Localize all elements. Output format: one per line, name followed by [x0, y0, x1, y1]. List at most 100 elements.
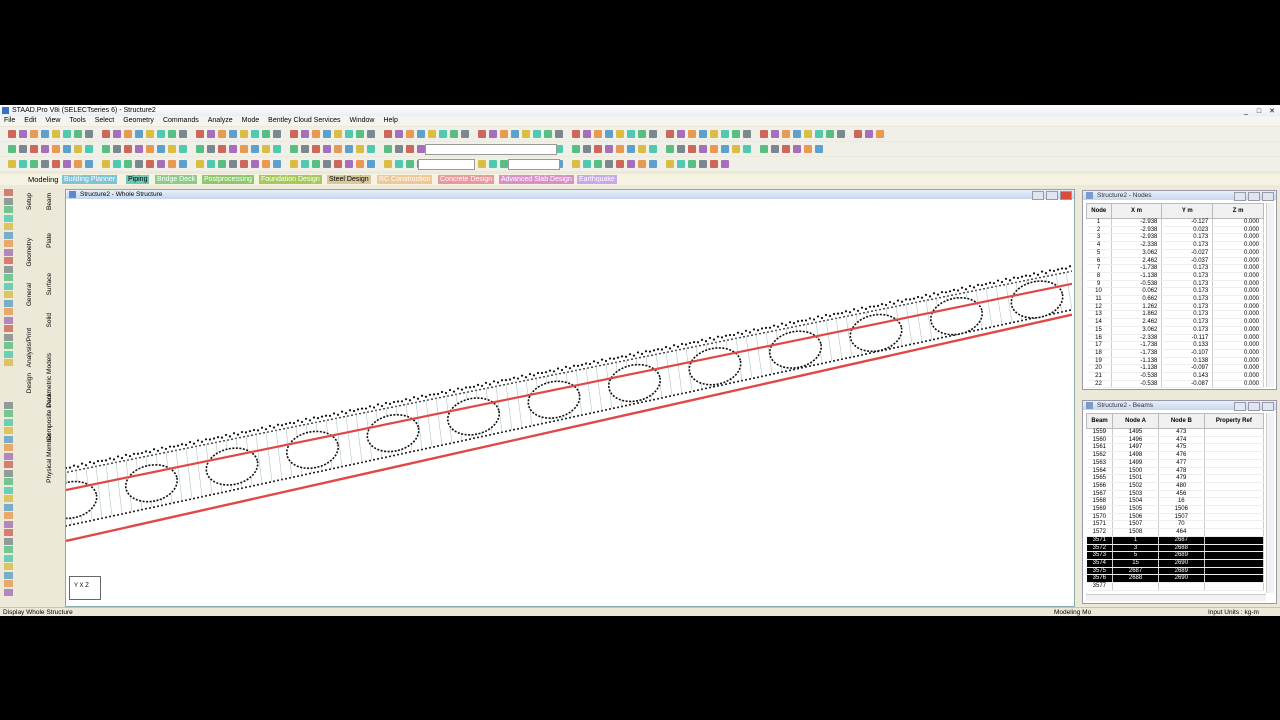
table-row[interactable]: 16 -2.338 -0.117 0.000 — [1086, 334, 1264, 343]
table-row[interactable]: 19 -1.138 0.138 0.000 — [1086, 357, 1264, 366]
toolbar-tool-icon[interactable] — [334, 145, 342, 153]
toolbar-tool-icon[interactable] — [74, 130, 82, 138]
toolbar-tool-icon[interactable] — [721, 130, 729, 138]
table-row[interactable]: 1572 1508 464 — [1086, 528, 1265, 537]
toolbar-tool-icon[interactable] — [273, 160, 281, 168]
tool-icon[interactable] — [4, 231, 13, 239]
tool-icon[interactable] — [4, 435, 13, 443]
toolbar-tool-icon[interactable] — [572, 145, 580, 153]
horizontal-scrollbar[interactable] — [1086, 594, 1266, 601]
toolbar-tool-icon[interactable] — [323, 145, 331, 153]
toolbar-tool-icon[interactable] — [367, 160, 375, 168]
toolbar-tool-icon[interactable] — [356, 130, 364, 138]
page-tab-design[interactable]: Design — [26, 373, 33, 393]
nodes-table[interactable]: Node X mY mZ m 1 -2.938 -0.127 0.000 2 -2.938 0.… — [1086, 203, 1264, 389]
toolbar-tool-icon[interactable] — [179, 160, 187, 168]
table-row[interactable]: 11 0.662 0.173 0.000 — [1086, 295, 1264, 304]
toolbar-tool-icon[interactable] — [124, 145, 132, 153]
maximize-icon[interactable] — [1046, 191, 1058, 200]
tool-icon[interactable] — [4, 580, 13, 587]
toolbar-tool-icon[interactable] — [478, 130, 486, 138]
toolbar-tool-icon[interactable] — [594, 160, 602, 168]
toolbar-tool-icon[interactable] — [345, 145, 353, 153]
toolbar-tool-icon[interactable] — [301, 160, 309, 168]
toolbar-tool-icon[interactable] — [8, 145, 16, 153]
toolbar-tool-icon[interactable] — [240, 130, 248, 138]
tool-icon[interactable] — [4, 189, 13, 196]
tool-icon[interactable] — [4, 529, 13, 536]
workflow-tab-piping[interactable]: Piping — [126, 175, 150, 184]
toolbar-tool-icon[interactable] — [85, 130, 93, 138]
table-row[interactable]: 3572 3 2688 — [1086, 544, 1265, 553]
toolbar-tool-icon[interactable] — [793, 145, 801, 153]
toolbar-tool-icon[interactable] — [395, 145, 403, 153]
toolbar-tool-icon[interactable] — [533, 130, 541, 138]
toolbar-tool-icon[interactable] — [74, 160, 82, 168]
toolbar-tool-icon[interactable] — [511, 130, 519, 138]
toolbar-tool-icon[interactable] — [367, 145, 375, 153]
toolbar-tool-icon[interactable] — [168, 145, 176, 153]
table-row[interactable]: 1564 1500 478 — [1086, 467, 1265, 476]
menu-edit[interactable]: Edit — [24, 117, 36, 124]
page-tab-geometry[interactable]: Geometry — [26, 238, 33, 267]
tool-icon[interactable] — [4, 265, 13, 273]
tool-icon[interactable] — [4, 444, 13, 451]
table-row[interactable]: 3575 2687 2689 — [1086, 567, 1265, 576]
tool-icon[interactable] — [4, 223, 13, 230]
toolbar-tool-icon[interactable] — [406, 160, 414, 168]
menu-file[interactable]: File — [4, 117, 15, 124]
tool-icon[interactable] — [4, 571, 13, 579]
toolbar-tool-icon[interactable] — [63, 160, 71, 168]
menu-tools[interactable]: Tools — [69, 117, 85, 124]
workflow-tab-earthquake[interactable]: Earthquake — [577, 175, 617, 184]
toolbar-tool-icon[interactable] — [19, 145, 27, 153]
toolbar-tool-icon[interactable] — [583, 145, 591, 153]
toolbar-tool-icon[interactable] — [323, 160, 331, 168]
workflow-tab-postprocessing[interactable]: Postprocessing — [202, 175, 254, 184]
toolbar-tool-icon[interactable] — [688, 160, 696, 168]
toolbar-tool-icon[interactable] — [52, 160, 60, 168]
toolbar-tool-icon[interactable] — [760, 145, 768, 153]
toolbar-tool-icon[interactable] — [102, 160, 110, 168]
tool-icon[interactable] — [4, 214, 13, 222]
workflow-tab-advanced-slab-design[interactable]: Advanced Slab Design — [499, 175, 574, 184]
toolbar-tool-icon[interactable] — [273, 130, 281, 138]
toolbar-tool-icon[interactable] — [124, 160, 132, 168]
table-row[interactable]: 1560 1496 474 — [1086, 436, 1265, 445]
toolbar-tool-icon[interactable] — [30, 130, 38, 138]
toolbar-tool-icon[interactable] — [41, 130, 49, 138]
toolbar-tool-icon[interactable] — [240, 145, 248, 153]
vertical-scrollbar[interactable] — [1266, 413, 1274, 593]
column-header[interactable]: Node A — [1112, 413, 1159, 429]
tool-icon[interactable] — [4, 197, 13, 205]
structure-viewport[interactable] — [66, 200, 1072, 605]
table-row[interactable]: 1561 1497 475 — [1086, 443, 1265, 453]
tool-icon[interactable] — [4, 316, 13, 324]
toolbar-tool-icon[interactable] — [555, 130, 563, 138]
toolbar-tool-icon[interactable] — [428, 130, 436, 138]
menu-window[interactable]: Window — [350, 117, 375, 124]
toolbar-tool-icon[interactable] — [262, 160, 270, 168]
toolbar-tool-icon[interactable] — [450, 130, 458, 138]
toolbar-tool-icon[interactable] — [743, 145, 751, 153]
toolbar-tool-icon[interactable] — [8, 130, 16, 138]
toolbar-tool-icon[interactable] — [743, 130, 751, 138]
table-row[interactable]: 1563 1499 477 — [1086, 459, 1265, 468]
column-header[interactable]: Beam — [1085, 413, 1114, 429]
maximize-icon[interactable] — [1248, 402, 1260, 411]
toolbar-tool-icon[interactable] — [312, 130, 320, 138]
toolbar-tool-icon[interactable] — [732, 130, 740, 138]
toolbar-tool-icon[interactable] — [605, 160, 613, 168]
toolbar-tool-icon[interactable] — [804, 145, 812, 153]
toolbar-tool-icon[interactable] — [384, 160, 392, 168]
table-row[interactable]: 1566 1502 480 — [1086, 482, 1265, 491]
toolbar-tool-icon[interactable] — [52, 145, 60, 153]
workflow-tab-concrete-design[interactable]: Concrete Design — [438, 175, 495, 184]
tool-icon[interactable] — [4, 206, 13, 213]
toolbar-tool-icon[interactable] — [52, 130, 60, 138]
toolbar-tool-icon[interactable] — [699, 160, 707, 168]
toolbar-tool-icon[interactable] — [218, 160, 226, 168]
toolbar-tool-icon[interactable] — [616, 145, 624, 153]
toolbar-tool-icon[interactable] — [572, 130, 580, 138]
toolbar-tool-icon[interactable] — [710, 145, 718, 153]
